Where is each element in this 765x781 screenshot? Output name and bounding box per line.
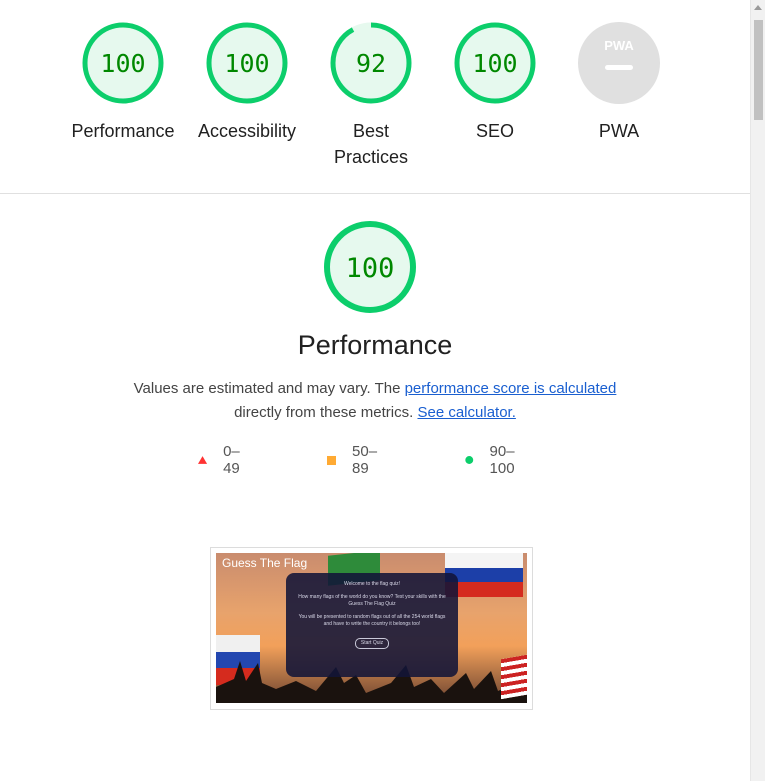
performance-gauge-ring: 100 [82,22,164,104]
desc-text-2: directly from these metrics. [234,404,418,421]
circle-icon [465,456,474,464]
gauge-label-line1: Best [352,121,390,141]
seo-score: 100 [472,49,517,78]
final-screenshot-thumbnail[interactable]: Guess The Flag Welcome to the flag quiz!… [210,547,533,710]
accessibility-score: 100 [224,49,269,78]
legend-pass-range: 90–100 [489,443,515,477]
pwa-dash [605,65,633,70]
screenshot-image: Guess The Flag Welcome to the flag quiz!… [216,553,527,703]
performance-score: 100 [100,49,145,78]
scroll-thumb[interactable] [754,20,763,120]
performance-main-score: 100 [346,253,395,284]
scroll-up-arrow-icon[interactable] [754,5,762,10]
gauge-performance[interactable]: 100 Performance [61,20,185,144]
performance-main-gauge: 100 [323,220,417,319]
preview-site-title: Guess The Flag [222,556,308,570]
gauge-label-performance: Performance [71,121,175,141]
desc-text-1: Values are estimated and may vary. The [133,380,405,397]
best-practices-gauge-ring: 92 [330,22,412,104]
legend-fail-range: 0–49 [223,443,240,477]
accessibility-gauge-ring: 100 [206,22,288,104]
modal-paragraph-1: How many flags of the world do you know?… [298,594,446,607]
preview-welcome-modal: Welcome to the flag quiz! How many flags… [286,573,458,677]
gauge-best-practices[interactable]: 92 Best Practices [309,20,433,170]
gauge-pwa[interactable]: PWA PWA [557,20,681,144]
gauge-label-pwa: PWA [598,121,640,141]
best-practices-score: 92 [356,49,386,78]
legend-average: 50–89 [327,443,381,477]
gauge-label-best-practices: Best Practices [309,118,433,170]
usa-flag-shape [501,654,527,700]
gauge-label-accessibility: Accessibility [197,121,297,141]
gauge-seo[interactable]: 100 SEO [433,20,557,144]
modal-start-button: Start Quiz [354,638,390,649]
modal-heading: Welcome to the flag quiz! [343,581,401,587]
pwa-badge-text: PWA [604,38,634,53]
legend-average-range: 50–89 [352,443,378,477]
legend-pass: 90–100 [465,443,520,477]
performance-heading: Performance [297,330,453,360]
square-icon [327,455,337,465]
see-calculator-link[interactable]: See calculator. [417,404,515,421]
seo-gauge-ring: 100 [454,22,536,104]
triangle-icon [198,456,208,464]
vertical-scrollbar[interactable] [750,0,765,781]
gauge-accessibility[interactable]: 100 Accessibility [185,20,309,144]
gauge-label-seo: SEO [475,121,514,141]
score-calculated-link[interactable]: performance score is calculated [405,380,617,397]
modal-paragraph-2: You will be presented to random flags ou… [298,614,446,627]
score-gauges-row: 100 Performance 100 Accessibility 92 Bes… [0,0,750,194]
performance-description: Values are estimated and may vary. The p… [100,377,650,425]
legend-fail: 0–49 [198,443,245,477]
lighthouse-report: 100 Performance 100 Accessibility 92 Bes… [0,0,750,781]
pwa-badge-icon: PWA [578,22,660,104]
gauge-label-line2: Practices [333,147,409,167]
performance-main-ring: 100 [324,221,416,313]
